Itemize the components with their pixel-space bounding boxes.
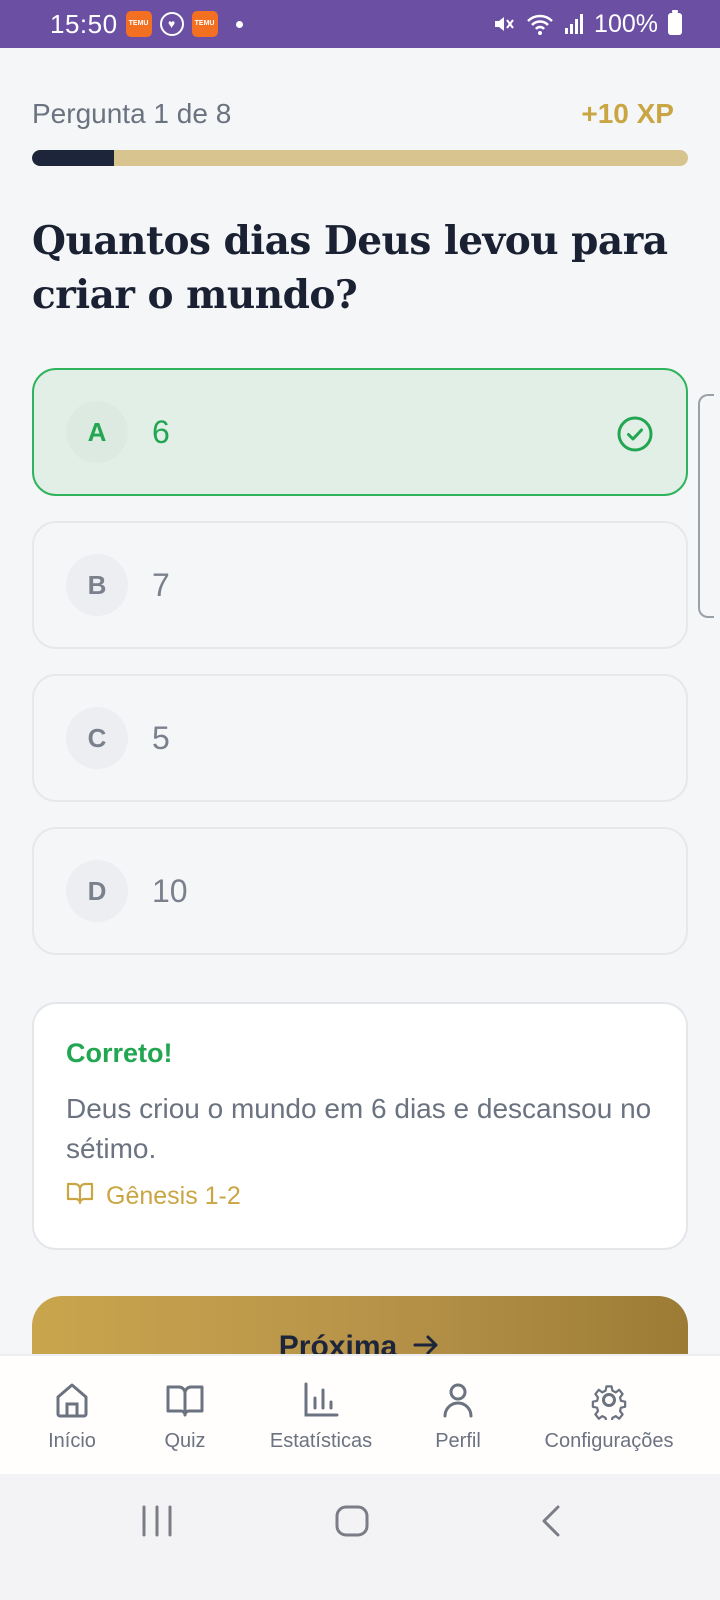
system-navigation-bar <box>0 1474 720 1600</box>
status-time: 15:50 <box>50 8 118 39</box>
status-left: 15:50 TEMU ♥ TEMU <box>50 9 243 40</box>
option-text: 10 <box>152 872 188 909</box>
gear-icon <box>591 1385 627 1420</box>
option-a[interactable]: A 6 <box>32 368 688 496</box>
status-right: 100% <box>492 10 682 39</box>
battery-percent: 100% <box>594 9 658 38</box>
feedback-card: Correto! Deus criou o mundo em 6 dias e … <box>32 1002 688 1250</box>
wifi-icon <box>526 12 554 36</box>
progress-bar <box>32 150 688 166</box>
tab-perfil[interactable]: Perfil <box>418 1356 498 1476</box>
recent-apps-button[interactable] <box>140 1504 174 1543</box>
tab-label: Início <box>48 1430 96 1452</box>
tab-inicio[interactable]: Início <box>36 1356 108 1476</box>
home-icon <box>56 1383 88 1418</box>
option-d[interactable]: D 10 <box>32 827 688 955</box>
check-circle-icon <box>616 415 654 458</box>
tab-label: Estatísticas <box>269 1430 373 1452</box>
battery-icon <box>668 10 682 35</box>
option-b[interactable]: B 7 <box>32 521 688 649</box>
tab-label: Quiz <box>164 1430 206 1452</box>
question-title: Quantos dias Deus levou para criar o mun… <box>32 218 668 318</box>
bible-reference-link[interactable]: Gênesis 1-2 <box>66 1181 654 1212</box>
option-letter: B <box>66 554 128 616</box>
tab-estatisticas[interactable]: Estatísticas <box>256 1356 386 1476</box>
option-c[interactable]: C 5 <box>32 674 688 802</box>
option-text: 5 <box>152 719 170 756</box>
heart-app-icon: ♥ <box>159 12 184 36</box>
question-counter: Pergunta 1 de 8 <box>32 98 232 129</box>
option-text: 7 <box>152 566 170 603</box>
reference-text: Gênesis 1-2 <box>106 1182 241 1210</box>
status-bar: 15:50 TEMU ♥ TEMU 100% <box>0 0 720 48</box>
option-letter: A <box>66 401 128 463</box>
notification-dot-icon <box>235 20 243 28</box>
progress-fill <box>32 150 114 166</box>
xp-reward: +10 XP <box>581 98 674 129</box>
option-letter: D <box>66 860 128 922</box>
option-text: 6 <box>152 413 170 450</box>
temu-app-icon-2: TEMU <box>191 11 218 37</box>
bar-chart-icon <box>304 1382 339 1417</box>
side-panel-handle[interactable] <box>698 394 714 618</box>
bottom-tab-bar: Início Quiz Estatísticas Perfil Configur… <box>0 1354 720 1474</box>
tab-label: Perfil <box>435 1430 481 1452</box>
mute-icon <box>492 12 516 36</box>
home-button[interactable] <box>334 1504 370 1543</box>
feedback-title: Correto! <box>66 1038 173 1068</box>
signal-icon <box>564 13 584 35</box>
feedback-text: Deus criou o mundo em 6 dias e descansou… <box>66 1093 652 1164</box>
user-icon <box>443 1383 473 1418</box>
tab-quiz[interactable]: Quiz <box>150 1356 220 1476</box>
screen: 15:50 TEMU ♥ TEMU 100% Pergunta 1 de 8 +… <box>0 0 720 1600</box>
tab-label: Configurações <box>544 1430 674 1452</box>
tab-configuracoes[interactable]: Configurações <box>534 1356 684 1476</box>
back-button[interactable] <box>538 1504 564 1543</box>
book-icon <box>166 1385 204 1417</box>
option-letter: C <box>66 707 128 769</box>
temu-app-icon: TEMU <box>125 11 152 37</box>
open-book-icon <box>66 1181 94 1212</box>
